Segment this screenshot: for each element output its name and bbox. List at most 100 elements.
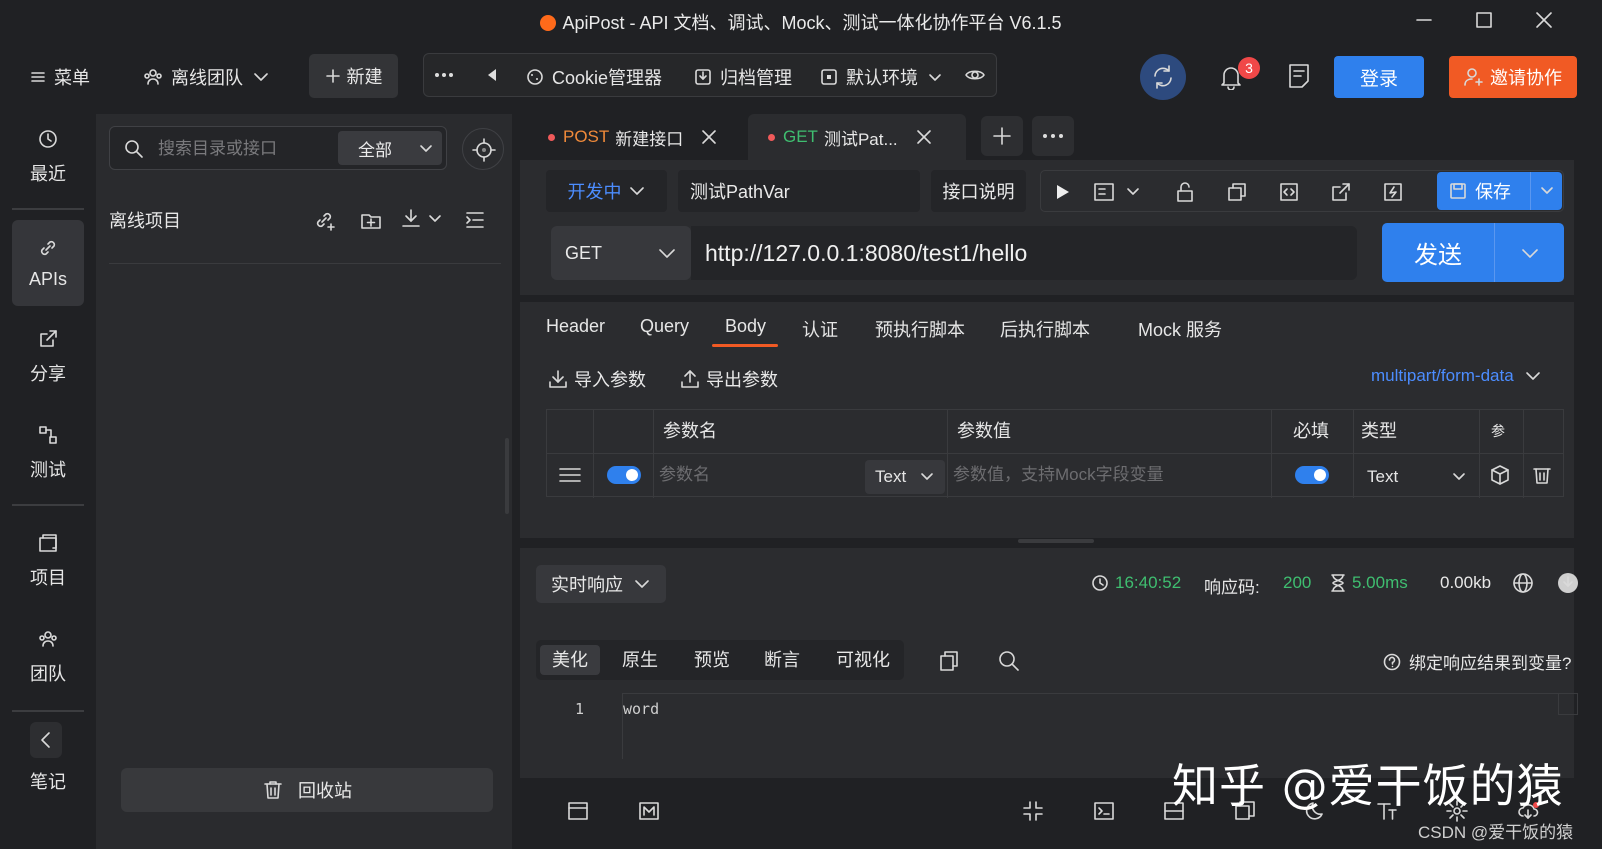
code-icon[interactable] bbox=[1279, 182, 1299, 202]
add-tab-button[interactable] bbox=[981, 116, 1023, 156]
nav-item-share[interactable]: 分享 bbox=[12, 314, 84, 400]
eye-icon[interactable] bbox=[964, 64, 986, 86]
tab-body[interactable]: Body bbox=[725, 316, 766, 337]
sync-button[interactable] bbox=[1140, 54, 1186, 100]
collapse-left-icon[interactable] bbox=[484, 66, 500, 84]
scope-select[interactable]: 全部 bbox=[338, 131, 442, 165]
nav-item-team[interactable]: 团队 bbox=[12, 614, 84, 700]
active-tab-indicator bbox=[712, 344, 778, 347]
add-api-icon[interactable] bbox=[314, 209, 336, 231]
login-button[interactable]: 登录 bbox=[1334, 56, 1424, 98]
tab-auth[interactable]: 认证 bbox=[802, 316, 838, 342]
save-icon bbox=[1450, 183, 1466, 199]
add-folder-icon[interactable] bbox=[360, 209, 382, 231]
share-icon[interactable] bbox=[1331, 182, 1351, 202]
flash-icon[interactable] bbox=[1383, 182, 1403, 202]
panel-resize-handle[interactable] bbox=[1018, 539, 1094, 543]
export-params-button[interactable]: 导出参数 bbox=[680, 366, 778, 392]
tab-test-pathvar[interactable]: GET 测试Pat... bbox=[748, 114, 966, 160]
save-button[interactable]: 保存 bbox=[1437, 172, 1562, 210]
markdown-icon[interactable] bbox=[638, 800, 660, 822]
cookie-manager-button[interactable]: Cookie管理器 bbox=[526, 64, 662, 90]
environment-select[interactable]: 默认环境 bbox=[820, 64, 944, 90]
method-select[interactable]: GET bbox=[551, 226, 691, 280]
bind-response-link[interactable]: 绑定响应结果到变量? bbox=[1383, 649, 1571, 674]
play-icon[interactable] bbox=[1053, 183, 1071, 201]
archive-button[interactable]: 归档管理 bbox=[694, 64, 792, 90]
terminal-icon[interactable] bbox=[1093, 800, 1115, 822]
more-dots-icon bbox=[1043, 134, 1063, 138]
import-icon[interactable] bbox=[400, 207, 422, 229]
trash-button[interactable]: 回收站 bbox=[121, 768, 493, 812]
compress-icon[interactable] bbox=[1022, 800, 1044, 822]
tab-new-api[interactable]: POST 新建接口 bbox=[536, 114, 734, 160]
layout-icon[interactable] bbox=[567, 800, 589, 822]
menu-button[interactable]: 菜单 bbox=[30, 64, 90, 90]
maximize-button[interactable] bbox=[1472, 8, 1496, 32]
chevron-down-icon[interactable] bbox=[427, 211, 443, 227]
team-select[interactable]: 离线团队 bbox=[143, 64, 271, 90]
response-mode-select[interactable]: 实时响应 bbox=[536, 565, 666, 603]
api-name-input[interactable] bbox=[678, 170, 920, 212]
param-type-select[interactable]: Text bbox=[1357, 460, 1477, 494]
chevron-down-icon[interactable] bbox=[1519, 242, 1541, 264]
lock-icon[interactable] bbox=[1175, 181, 1195, 203]
table-divider bbox=[593, 410, 594, 498]
download-icon[interactable] bbox=[1557, 572, 1579, 594]
new-button[interactable]: 新建 bbox=[309, 54, 398, 98]
locate-button[interactable] bbox=[462, 128, 504, 170]
param-field-type-select[interactable]: Text bbox=[865, 460, 945, 494]
view-tab-raw[interactable]: 原生 bbox=[610, 645, 670, 675]
nav-item-recent[interactable]: 最近 bbox=[12, 114, 84, 200]
collapse-sidebar-button[interactable] bbox=[30, 722, 62, 758]
search-icon[interactable] bbox=[998, 650, 1020, 672]
import-params-button[interactable]: 导入参数 bbox=[548, 366, 646, 392]
tab-query[interactable]: Query bbox=[640, 316, 689, 337]
column-header-name: 参数名 bbox=[663, 421, 717, 441]
chevron-down-icon[interactable] bbox=[1539, 183, 1555, 199]
editor-scrollbar[interactable] bbox=[1558, 693, 1578, 715]
sidebar-resize-handle[interactable] bbox=[505, 438, 509, 514]
close-icon[interactable] bbox=[916, 129, 932, 145]
close-icon[interactable] bbox=[701, 129, 717, 145]
tab-header[interactable]: Header bbox=[546, 316, 605, 337]
tab-mock-service[interactable]: Mock 服务 bbox=[1138, 316, 1222, 342]
minimize-button[interactable] bbox=[1412, 8, 1436, 32]
line-number: 1 bbox=[575, 700, 585, 718]
chevron-down-icon[interactable] bbox=[1125, 184, 1141, 200]
api-description-button[interactable]: 接口说明 bbox=[931, 170, 1026, 212]
content-type-select[interactable]: multipart/form-data bbox=[1371, 366, 1542, 386]
nav-item-test[interactable]: 测试 bbox=[12, 410, 84, 496]
search-input[interactable] bbox=[158, 137, 338, 161]
view-tab-preview[interactable]: 预览 bbox=[682, 645, 742, 675]
status-select[interactable]: 开发中 bbox=[546, 170, 667, 212]
cube-icon[interactable] bbox=[1489, 464, 1511, 486]
copy-icon[interactable] bbox=[1227, 182, 1247, 202]
close-window-button[interactable] bbox=[1532, 8, 1556, 32]
tab-more-button[interactable] bbox=[1032, 116, 1074, 156]
url-input[interactable] bbox=[691, 226, 1357, 280]
view-tab-assert[interactable]: 断言 bbox=[752, 645, 812, 675]
param-value-input[interactable] bbox=[953, 456, 1265, 494]
drag-handle-icon[interactable] bbox=[559, 466, 581, 484]
tab-post-script[interactable]: 后执行脚本 bbox=[1000, 316, 1090, 342]
enable-toggle[interactable] bbox=[607, 466, 641, 484]
nav-item-project[interactable]: 项目 bbox=[12, 518, 84, 604]
view-tab-visual[interactable]: 可视化 bbox=[824, 645, 902, 675]
param-name-input[interactable] bbox=[659, 456, 859, 494]
nav-item-apis[interactable]: APIs bbox=[12, 220, 84, 306]
required-toggle[interactable] bbox=[1295, 466, 1329, 484]
send-button[interactable]: 发送 bbox=[1382, 223, 1564, 282]
delete-icon[interactable] bbox=[1532, 464, 1552, 486]
chevron-down-icon bbox=[254, 73, 268, 81]
invite-button[interactable]: 邀请协作 bbox=[1449, 56, 1577, 98]
copy-icon[interactable] bbox=[939, 650, 959, 672]
globe-icon[interactable] bbox=[1512, 572, 1534, 594]
notes-icon[interactable] bbox=[1286, 62, 1312, 90]
view-tab-pretty[interactable]: 美化 bbox=[540, 645, 600, 675]
response-body-text: word bbox=[623, 700, 660, 718]
collapse-all-icon[interactable] bbox=[464, 209, 486, 231]
tab-pre-script[interactable]: 预执行脚本 bbox=[875, 316, 965, 342]
doc-icon[interactable] bbox=[1093, 182, 1115, 202]
more-dots-icon[interactable] bbox=[433, 64, 455, 86]
